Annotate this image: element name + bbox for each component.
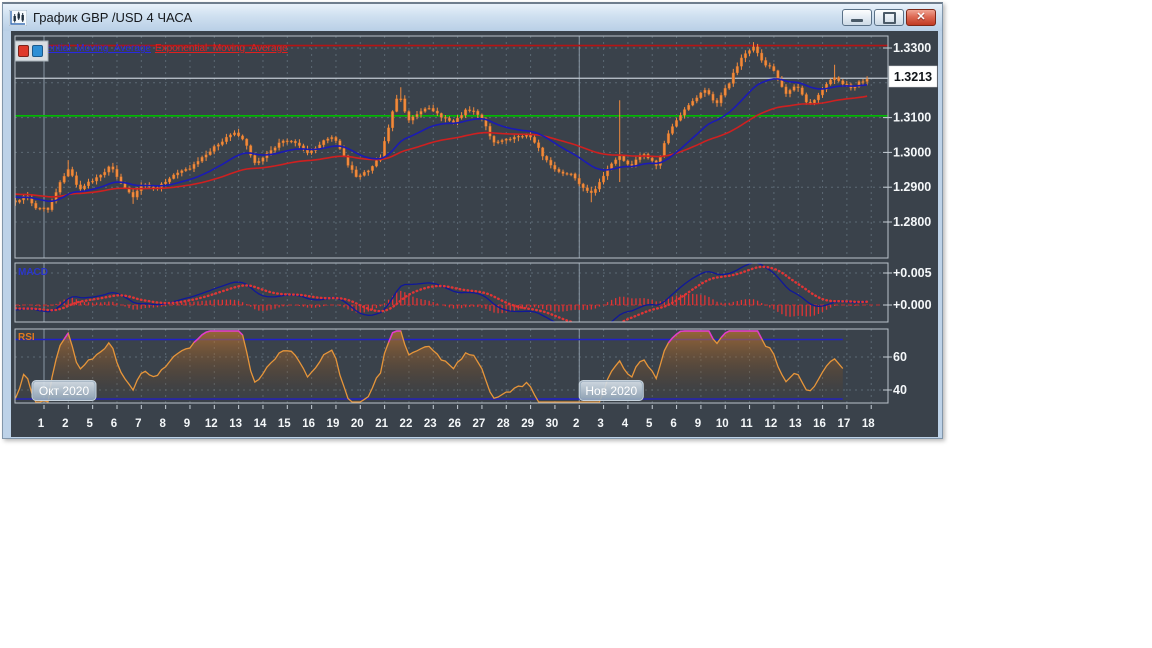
close-icon: ✕: [916, 11, 926, 23]
svg-text:1.3300: 1.3300: [893, 41, 931, 55]
svg-text:9: 9: [184, 418, 190, 430]
close-button[interactable]: ✕: [906, 9, 936, 26]
time-axis: 1 2 5 6 7 8 9 12 13 14 15 16 19 20 21 22 23 26 27 28 29 30 2 3 4…: [38, 418, 875, 430]
svg-text:8: 8: [159, 418, 166, 430]
minimize-icon: [851, 19, 863, 22]
svg-text:+0.005: +0.005: [893, 266, 932, 280]
svg-text:6: 6: [111, 418, 117, 430]
svg-text:9: 9: [695, 418, 701, 430]
svg-text:1.2800: 1.2800: [893, 215, 931, 229]
svg-text:1: 1: [38, 418, 45, 430]
svg-text:11: 11: [740, 418, 753, 430]
svg-text:18: 18: [862, 418, 875, 430]
moving-averages-layer: [15, 78, 868, 202]
svg-text:12: 12: [205, 418, 218, 430]
svg-text:Exponential_Moving_Average: Exponential_Moving_Average: [155, 43, 288, 54]
price-axis: 1.3300 1.3100 1.3000 1.2900 1.2800 +0.005 +0.0…: [883, 41, 932, 397]
svg-text:1.3000: 1.3000: [893, 145, 931, 159]
chart-client-area: Exponential_Moving_Average Exponential_Mo…: [11, 31, 938, 437]
svg-text:12: 12: [765, 418, 778, 430]
candlestick-chart-icon: [8, 9, 28, 26]
svg-text:20: 20: [351, 418, 364, 430]
svg-text:17: 17: [837, 418, 850, 430]
svg-text:13: 13: [789, 418, 802, 430]
svg-text:4: 4: [622, 418, 629, 430]
svg-text:16: 16: [813, 418, 826, 430]
minimize-button[interactable]: [842, 9, 872, 26]
svg-text:7: 7: [135, 418, 141, 430]
svg-text:40: 40: [893, 383, 907, 397]
legend: Exponential_Moving_Average Exponential_Mo…: [14, 40, 288, 62]
svg-text:19: 19: [327, 418, 340, 430]
svg-text:29: 29: [521, 418, 534, 430]
svg-text:5: 5: [86, 418, 93, 430]
svg-text:1.2900: 1.2900: [893, 180, 931, 194]
maximize-icon: [882, 11, 896, 24]
svg-text:26: 26: [448, 418, 461, 430]
month-label: Окт 2020: [31, 380, 97, 401]
svg-text:13: 13: [229, 418, 242, 430]
chart-window: График GBP /USD 4 ЧАСА ✕ Exponential_Mov…: [2, 2, 943, 439]
svg-text:6: 6: [670, 418, 676, 430]
svg-text:14: 14: [254, 418, 267, 430]
current-price-badge: 1.3213: [888, 65, 938, 88]
maximize-button[interactable]: [874, 9, 904, 26]
svg-text:RSI: RSI: [18, 332, 35, 343]
svg-text:15: 15: [278, 418, 291, 430]
rsi-layer: [15, 330, 844, 403]
desktop-background: { "window": { "title": "График GBP /USD …: [0, 0, 1152, 648]
svg-text:16: 16: [302, 418, 315, 430]
svg-text:22: 22: [400, 418, 413, 430]
svg-text:28: 28: [497, 418, 510, 430]
svg-text:1.3100: 1.3100: [893, 111, 931, 125]
svg-text:30: 30: [546, 418, 559, 430]
svg-text:23: 23: [424, 418, 437, 430]
svg-text:10: 10: [716, 418, 729, 430]
svg-text:1.3213: 1.3213: [894, 70, 932, 84]
svg-text:3: 3: [597, 418, 603, 430]
window-titlebar[interactable]: График GBP /USD 4 ЧАСА ✕: [3, 4, 942, 31]
svg-text:5: 5: [646, 418, 653, 430]
svg-text:27: 27: [473, 418, 486, 430]
svg-text:2: 2: [573, 418, 579, 430]
month-label: Нов 2020: [578, 380, 644, 401]
svg-text:MACD: MACD: [18, 267, 48, 278]
svg-text:21: 21: [375, 418, 388, 430]
window-title: График GBP /USD 4 ЧАСА: [33, 10, 193, 25]
svg-text:2: 2: [62, 418, 68, 430]
price-level-lines: [15, 44, 888, 117]
svg-text:Нов 2020: Нов 2020: [585, 384, 637, 398]
svg-text:+0.000: +0.000: [893, 298, 932, 312]
price-chart-canvas[interactable]: Exponential_Moving_Average Exponential_Mo…: [11, 31, 940, 437]
svg-text:60: 60: [893, 350, 907, 364]
svg-text:Окт 2020: Окт 2020: [39, 384, 90, 398]
